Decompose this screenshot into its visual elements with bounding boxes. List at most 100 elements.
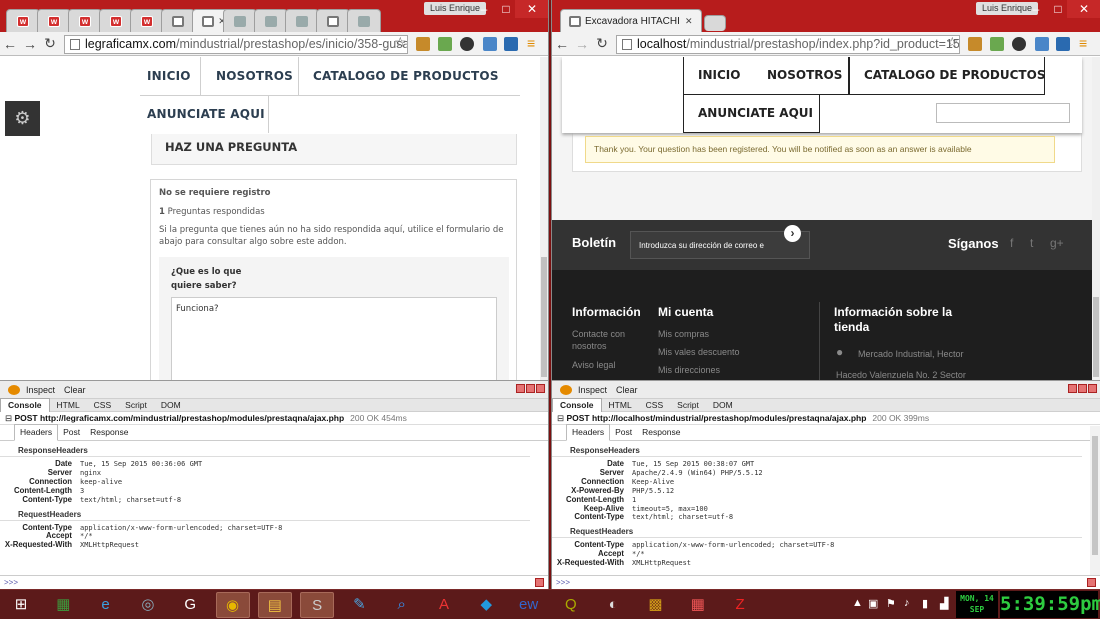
nav-anunciate[interactable]: ANUNCIATE AQUI — [147, 107, 265, 121]
clear-button[interactable]: Clear — [616, 385, 638, 395]
battery-icon[interactable]: ▮ — [922, 597, 928, 610]
tab-excavadora[interactable]: Excavadora HITACHI - Me ✕ — [560, 9, 702, 33]
browser-tab[interactable]: w — [37, 9, 71, 32]
chrome-menu-icon[interactable]: ≡ — [1079, 35, 1087, 51]
minimize-panel-icon[interactable] — [516, 384, 525, 393]
photo-icon[interactable]: ▩ — [639, 592, 673, 618]
tray-app-icon[interactable]: ▣ — [868, 597, 878, 610]
sublime-icon[interactable]: S — [300, 592, 335, 618]
reload-icon[interactable]: ↻ — [40, 35, 60, 52]
autocad-icon[interactable]: A — [427, 592, 461, 618]
chrome-menu-icon[interactable]: ≡ — [527, 35, 535, 51]
browser-tab[interactable]: w — [6, 9, 40, 32]
clock-widget[interactable]: 5:39:59pm — [1000, 591, 1100, 618]
safari-icon[interactable]: ◎ — [131, 592, 165, 618]
twitter-icon[interactable]: t — [1030, 236, 1033, 250]
search-tool-icon[interactable]: ⌕ — [385, 592, 419, 618]
question-textarea[interactable]: Funciona? — [171, 297, 497, 380]
chrome-icon[interactable]: ◉ — [215, 592, 250, 618]
request-tab-post[interactable]: Post — [58, 425, 85, 440]
close-panel-icon[interactable] — [536, 384, 545, 393]
inspect-button[interactable]: Inspect — [578, 385, 607, 395]
nav-catalogo[interactable]: CATALOGO DE PRODUCTOS — [864, 68, 1045, 82]
file-explorer-icon[interactable]: ▤ — [257, 592, 292, 618]
extension-bug-icon[interactable] — [416, 37, 430, 51]
devtools-tab-css[interactable]: CSS — [87, 399, 118, 412]
ajax-request-row[interactable]: ⊟ POST http://localhost/mindustrial/pres… — [552, 412, 1100, 425]
console-command-line[interactable]: >>> — [552, 575, 1100, 589]
newsletter-submit-icon[interactable]: › — [784, 225, 801, 242]
page-scrollbar[interactable] — [1092, 57, 1100, 380]
extension-window-icon[interactable] — [1035, 37, 1049, 51]
grid-app-icon[interactable]: ▦ — [681, 592, 715, 618]
bookmark-star-icon[interactable]: ☆ — [946, 34, 959, 51]
facebook-icon[interactable]: f — [1010, 236, 1013, 250]
new-tab-button[interactable] — [704, 15, 726, 31]
forward-icon[interactable]: → — [572, 36, 592, 52]
firebug-icon[interactable] — [8, 384, 20, 395]
browser-tab[interactable] — [347, 9, 381, 32]
detach-panel-icon[interactable] — [526, 384, 535, 393]
settings-gear-icon[interactable] — [1012, 37, 1026, 51]
close-console-icon[interactable] — [1087, 578, 1096, 587]
browser-tab[interactable]: w — [68, 9, 102, 32]
theme-settings-gear-icon[interactable]: ⚙ — [5, 101, 40, 136]
detach-panel-icon[interactable] — [1078, 384, 1087, 393]
devtools-tab-dom[interactable]: DOM — [706, 399, 740, 412]
close-window-button[interactable]: ✕ — [1067, 0, 1100, 18]
ew-icon[interactable]: ew — [512, 592, 546, 618]
network-icon[interactable]: ▟ — [940, 597, 948, 610]
store-icon[interactable]: ▦ — [46, 592, 80, 618]
page-scrollbar[interactable] — [540, 57, 548, 380]
devtools-tab-html[interactable]: HTML — [50, 399, 87, 412]
address-bar[interactable]: localhost/mindustrial/prestashop/index.p… — [616, 35, 960, 54]
flag-icon[interactable]: ⚑ — [886, 597, 896, 610]
address-bar[interactable]: legraficamx.com/mindustrial/prestashop/e… — [64, 35, 408, 54]
quicktime-icon[interactable]: Q — [554, 592, 588, 618]
book-icon[interactable]: ◆ — [469, 592, 503, 618]
request-tab-response[interactable]: Response — [637, 425, 685, 440]
clear-button[interactable]: Clear — [64, 385, 86, 395]
browser-tab[interactable] — [223, 9, 257, 32]
nav-inicio[interactable]: INICIO — [698, 68, 740, 82]
tray-expand-icon[interactable]: ▲ — [852, 597, 863, 609]
devtools-scrollbar[interactable] — [1090, 426, 1100, 575]
footer-link-legal[interactable]: Aviso legal — [572, 359, 615, 371]
minimize-panel-icon[interactable] — [1068, 384, 1077, 393]
nav-nosotros[interactable]: NOSOTROS — [216, 69, 293, 83]
devtools-tab-css[interactable]: CSS — [639, 399, 670, 412]
devtools-tab-script[interactable]: Script — [670, 399, 706, 412]
settings-gear-icon[interactable] — [460, 37, 474, 51]
extension-s-icon[interactable] — [1056, 37, 1070, 51]
bookmark-star-icon[interactable]: ☆ — [394, 34, 407, 51]
ajax-request-row[interactable]: ⊟ POST http://legraficamx.com/mindustria… — [0, 412, 548, 425]
close-tab-icon[interactable]: ✕ — [685, 16, 693, 27]
windows-start-icon[interactable]: ⊞ — [4, 592, 38, 618]
footer-link-vouchers[interactable]: Mis vales descuento — [658, 346, 740, 358]
filezilla-icon[interactable]: Z — [723, 592, 757, 618]
extension-window-icon[interactable] — [483, 37, 497, 51]
browser-tab[interactable] — [316, 9, 350, 32]
reload-icon[interactable]: ↻ — [592, 35, 612, 52]
browser-tab[interactable] — [254, 9, 288, 32]
devtools-tab-html[interactable]: HTML — [602, 399, 639, 412]
footer-link-contact[interactable]: Contacte con nosotros — [572, 328, 642, 352]
browser-tab[interactable] — [161, 9, 195, 32]
volume-icon[interactable]: ♪ — [904, 597, 910, 609]
google-icon[interactable]: G — [173, 592, 207, 618]
steam-icon[interactable]: ◐ — [596, 592, 630, 618]
request-tab-response[interactable]: Response — [85, 425, 133, 440]
devtools-tab-dom[interactable]: DOM — [154, 399, 188, 412]
firebug-icon[interactable] — [560, 384, 572, 395]
close-panel-icon[interactable] — [1088, 384, 1097, 393]
console-command-line[interactable]: >>> — [0, 575, 548, 589]
devtools-tab-console[interactable]: Console — [0, 398, 50, 412]
inspect-button[interactable]: Inspect — [26, 385, 55, 395]
request-tab-headers[interactable]: Headers — [14, 424, 59, 441]
nav-anunciate[interactable]: ANUNCIATE AQUI — [698, 106, 813, 120]
devtools-tab-console[interactable]: Console — [552, 398, 602, 412]
footer-link-orders[interactable]: Mis compras — [658, 328, 709, 340]
search-input[interactable] — [936, 103, 1070, 123]
back-icon[interactable]: ← — [552, 36, 572, 52]
back-icon[interactable]: ← — [0, 36, 20, 52]
